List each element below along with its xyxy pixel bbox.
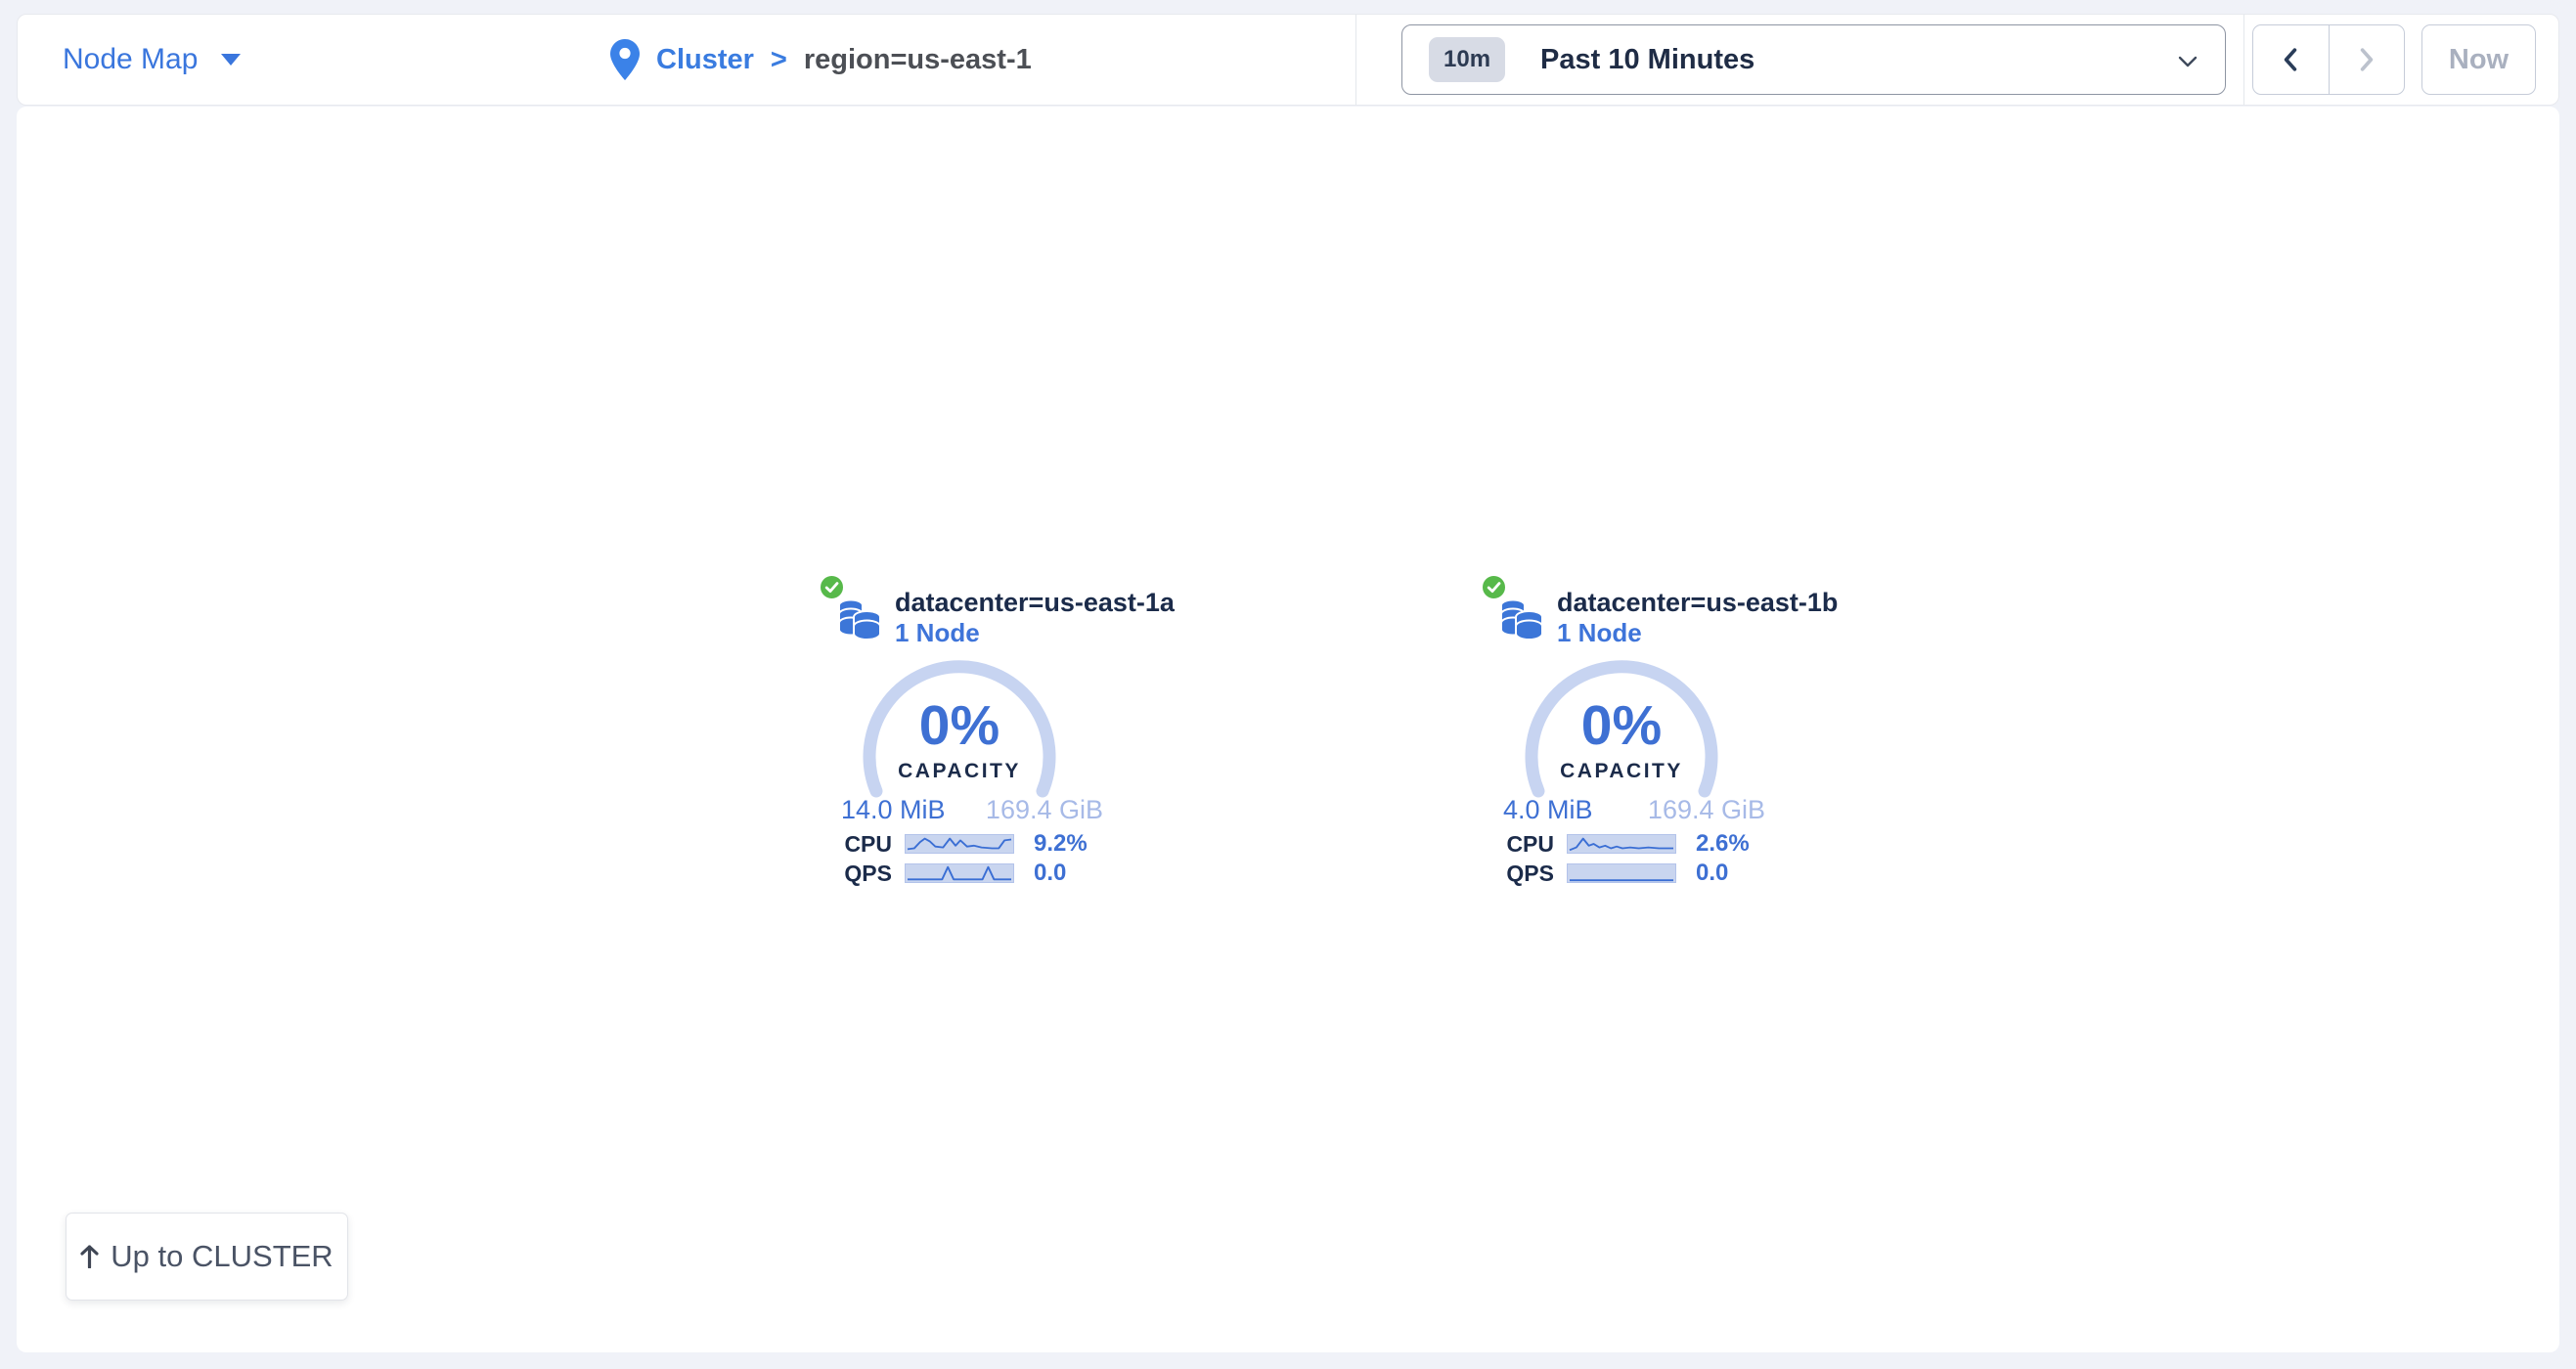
- time-range-dropdown[interactable]: 10m Past 10 Minutes: [1401, 24, 2226, 95]
- datacenter-title: datacenter=us-east-1a: [895, 587, 1175, 618]
- view-selector-dropdown[interactable]: Node Map: [63, 15, 241, 105]
- datacenter-title: datacenter=us-east-1b: [1557, 587, 1838, 618]
- chevron-left-icon: [2283, 48, 2298, 71]
- capacity-caption: CAPACITY: [852, 761, 1067, 782]
- breadcrumb-current: region=us-east-1: [804, 44, 1032, 76]
- header-bar: Node Map Cluster > region=us-east-1 10m …: [17, 14, 2559, 106]
- node-map-canvas: datacenter=us-east-1a 1 Node 0% CAPACITY…: [17, 107, 2559, 1352]
- qps-label: QPS: [1481, 861, 1554, 887]
- cpu-sparkline: [1567, 834, 1676, 854]
- capacity-used-value: 14.0 MiB: [841, 796, 946, 823]
- capacity-caption: CAPACITY: [1514, 761, 1729, 782]
- cpu-sparkline: [905, 834, 1014, 854]
- cpu-metric-row: CPU 9.2%: [819, 834, 1112, 854]
- qps-value: 0.0: [1034, 860, 1066, 887]
- healthy-check-icon: [1481, 574, 1507, 600]
- capacity-percent: 0%: [1514, 696, 1729, 755]
- cpu-value: 9.2%: [1034, 830, 1088, 858]
- view-selector-label: Node Map: [63, 43, 198, 76]
- datacenter-card[interactable]: datacenter=us-east-1a 1 Node 0% CAPACITY…: [819, 573, 1132, 915]
- qps-sparkline: [1567, 863, 1676, 883]
- database-stack-icon: [838, 594, 881, 642]
- cpu-metric-row: CPU 2.6%: [1481, 834, 1774, 854]
- time-range-label: Past 10 Minutes: [1540, 44, 1754, 76]
- qps-label: QPS: [819, 861, 892, 887]
- capacity-total-value: 169.4 GiB: [986, 796, 1103, 823]
- cpu-label: CPU: [819, 831, 892, 858]
- capacity-used-value: 4.0 MiB: [1503, 796, 1593, 823]
- cpu-value: 2.6%: [1696, 830, 1750, 858]
- time-prev-button[interactable]: [2253, 25, 2329, 94]
- time-next-button[interactable]: [2329, 25, 2405, 94]
- time-nav-group: [2252, 24, 2405, 95]
- capacity-percent: 0%: [852, 696, 1067, 755]
- arrow-up-icon: [80, 1245, 99, 1268]
- qps-metric-row: QPS 0.0: [819, 863, 1112, 883]
- time-range-badge: 10m: [1429, 37, 1505, 82]
- up-to-cluster-button[interactable]: Up to CLUSTER: [66, 1213, 348, 1301]
- qps-sparkline: [905, 863, 1014, 883]
- chevron-down-icon: [2178, 56, 2198, 67]
- map-pin-icon: [610, 39, 640, 80]
- breadcrumb: Cluster > region=us-east-1: [610, 15, 1032, 105]
- chevron-right-icon: [2359, 48, 2375, 71]
- caret-down-icon: [221, 54, 241, 66]
- breadcrumb-separator: >: [771, 44, 787, 76]
- now-button[interactable]: Now: [2421, 24, 2536, 95]
- healthy-check-icon: [819, 574, 845, 600]
- qps-value: 0.0: [1696, 860, 1728, 887]
- datacenter-card[interactable]: datacenter=us-east-1b 1 Node 0% CAPACITY…: [1481, 573, 1794, 915]
- header-divider: [1355, 15, 1356, 105]
- datacenter-node-count: 1 Node: [1557, 618, 1838, 647]
- capacity-total-value: 169.4 GiB: [1648, 796, 1765, 823]
- breadcrumb-cluster-link[interactable]: Cluster: [656, 44, 754, 76]
- header-divider: [2243, 15, 2244, 105]
- database-stack-icon: [1500, 594, 1543, 642]
- cpu-label: CPU: [1481, 831, 1554, 858]
- datacenter-node-count: 1 Node: [895, 618, 1175, 647]
- up-to-cluster-label: Up to CLUSTER: [111, 1239, 333, 1274]
- qps-metric-row: QPS 0.0: [1481, 863, 1774, 883]
